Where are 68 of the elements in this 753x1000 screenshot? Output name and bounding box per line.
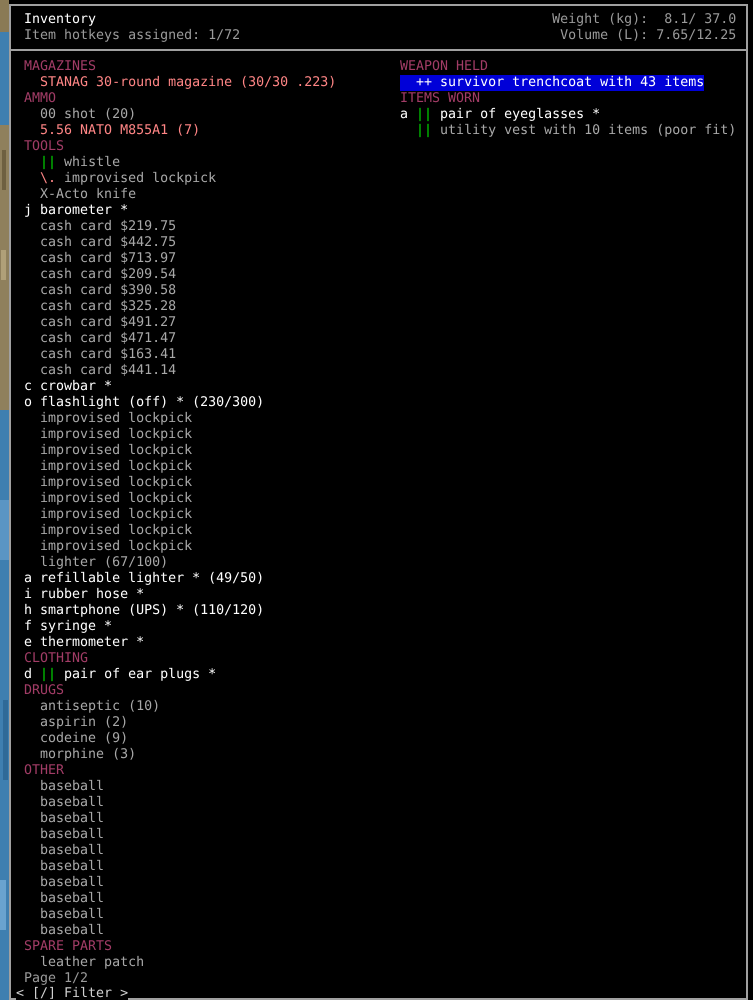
volume-reading: Volume (L): 7.65/12.25	[560, 28, 736, 44]
inventory-item[interactable]: cash card $441.14	[24, 363, 176, 379]
inventory-item[interactable]: baseball	[24, 795, 104, 811]
inventory-item[interactable]: 5.56 NATO M855A1 (7)	[24, 123, 200, 139]
category-heading: AMMO	[24, 91, 56, 107]
filter-hint[interactable]: < [/] Filter >	[16, 987, 128, 1000]
inventory-item[interactable]: improvised lockpick	[24, 475, 192, 491]
inventory-item[interactable]: cash card $713.97	[24, 251, 176, 267]
inventory-item[interactable]: 00 shot (20)	[24, 107, 136, 123]
inventory-item[interactable]: o flashlight (off) * (230/300)	[24, 395, 264, 411]
category-heading: MAGAZINES	[24, 59, 96, 75]
inventory-item[interactable]: baseball	[24, 843, 104, 859]
inventory-item[interactable]: c crowbar *	[24, 379, 112, 395]
inventory-item[interactable]: a || pair of eyeglasses *	[400, 107, 600, 123]
inventory-item[interactable]: baseball	[24, 875, 104, 891]
page-indicator: Page 1/2	[24, 971, 90, 986]
inventory-item[interactable]: improvised lockpick	[24, 459, 192, 475]
inventory-item[interactable]: improvised lockpick	[24, 491, 192, 507]
inventory-item[interactable]: cash card $163.41	[24, 347, 176, 363]
inventory-item[interactable]: cash card $471.47	[24, 331, 176, 347]
category-heading: WEAPON HELD	[400, 59, 488, 75]
inventory-item[interactable]: X-Acto knife	[24, 187, 136, 203]
inventory-item[interactable]: || whistle	[24, 155, 120, 171]
category-heading: ITEMS WORN	[400, 91, 480, 107]
inventory-item[interactable]: d || pair of ear plugs *	[24, 667, 216, 683]
inventory-item[interactable]: baseball	[24, 859, 104, 875]
inventory-item[interactable]: j barometer *	[24, 203, 128, 219]
hotkeys-count: Item hotkeys assigned: 1/72	[24, 28, 240, 44]
inventory-item[interactable]: baseball	[24, 827, 104, 843]
inventory-item[interactable]: || utility vest with 10 items (poor fit)	[400, 123, 736, 139]
inventory-item[interactable]: baseball	[24, 907, 104, 923]
inventory-item[interactable]: STANAG 30-round magazine (30/30 .223)	[24, 75, 336, 91]
inventory-item[interactable]: leather patch	[24, 955, 144, 971]
inventory-item[interactable]: cash card $442.75	[24, 235, 176, 251]
inventory-item[interactable]: improvised lockpick	[24, 443, 192, 459]
inventory-item[interactable]: baseball	[24, 891, 104, 907]
inventory-item[interactable]: improvised lockpick	[24, 523, 192, 539]
inventory-item[interactable]: f syringe *	[24, 619, 112, 635]
inventory-item[interactable]: antiseptic (10)	[24, 699, 160, 715]
inventory-item[interactable]: improvised lockpick	[24, 507, 192, 523]
inventory-item[interactable]: a refillable lighter * (49/50)	[24, 571, 264, 587]
inventory-item[interactable]: baseball	[24, 923, 104, 939]
inventory-item[interactable]: aspirin (2)	[24, 715, 128, 731]
inventory-item[interactable]: ++ survivor trenchcoat with 43 items	[400, 75, 704, 91]
inventory-item[interactable]: baseball	[24, 779, 104, 795]
inventory-item[interactable]: improvised lockpick	[24, 427, 192, 443]
category-heading: TOOLS	[24, 139, 64, 155]
inventory-item[interactable]: cash card $491.27	[24, 315, 176, 331]
inventory-item[interactable]: improvised lockpick	[24, 411, 192, 427]
inventory-item[interactable]: cash card $219.75	[24, 219, 176, 235]
weight-reading: Weight (kg): 8.1/ 37.0	[552, 12, 736, 28]
inventory-item[interactable]: cash card $390.58	[24, 283, 176, 299]
inventory-item[interactable]: codeine (9)	[24, 731, 128, 747]
inventory-item[interactable]: i rubber hose *	[24, 587, 144, 603]
inventory-item[interactable]: h smartphone (UPS) * (110/120)	[24, 603, 264, 619]
category-heading: SPARE PARTS	[24, 939, 112, 955]
category-heading: OTHER	[24, 763, 64, 779]
window-title: Inventory	[24, 12, 98, 28]
inventory-item[interactable]: e thermometer *	[24, 635, 144, 651]
inventory-item[interactable]: lighter (67/100)	[24, 555, 168, 571]
category-heading: CLOTHING	[24, 651, 88, 667]
inventory-item[interactable]: baseball	[24, 811, 104, 827]
inventory-item[interactable]: \. improvised lockpick	[24, 171, 216, 187]
inventory-item[interactable]: morphine (3)	[24, 747, 136, 763]
inventory-item[interactable]: cash card $325.28	[24, 299, 176, 315]
category-heading: DRUGS	[24, 683, 64, 699]
inventory-item[interactable]: improvised lockpick	[24, 539, 192, 555]
inventory-item[interactable]: cash card $209.54	[24, 267, 176, 283]
